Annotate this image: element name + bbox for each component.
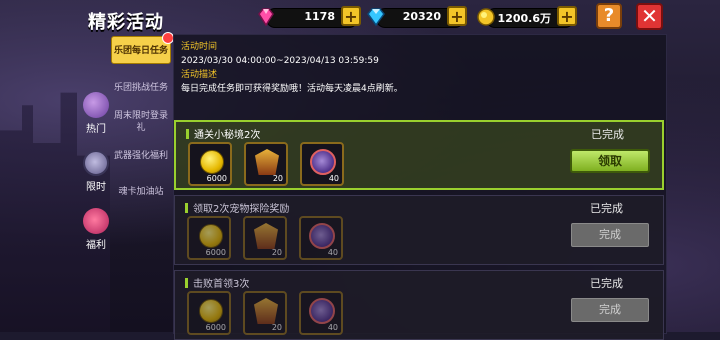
completed-button[interactable]: 完成 — [571, 223, 649, 247]
crest-icon — [254, 223, 278, 249]
blue-diamond-icon — [367, 8, 385, 27]
task-status: 已完成 — [591, 128, 624, 141]
task-title: 通关小秘境2次 — [186, 126, 260, 141]
desc-label: 活动描述 — [181, 70, 218, 80]
blue-diamond-value: 20320 — [402, 10, 441, 23]
page-title: 精彩活动 — [88, 12, 164, 33]
reward-item[interactable]: 20 — [243, 291, 287, 335]
resource-blue-diamond: 20320 + — [367, 6, 467, 28]
reward-count: 20 — [271, 248, 282, 257]
nav-welfare[interactable]: 福利 — [78, 208, 114, 251]
pet-ball-icon — [309, 223, 335, 249]
task-status: 已完成 — [590, 277, 623, 290]
pink-gem-icon — [258, 8, 274, 27]
reward-count: 20 — [271, 323, 282, 332]
close-button[interactable]: ✕ — [636, 3, 663, 30]
nav-limited-label: 限时 — [86, 182, 106, 193]
crest-icon — [255, 149, 279, 175]
reward-count: 40 — [328, 174, 339, 183]
hot-icon — [83, 92, 109, 118]
activity-info: 活动时间 2023/03/30 04:00:00~2023/04/13 03:5… — [181, 40, 403, 96]
task-title: 领取2次宠物探险奖励 — [185, 200, 289, 215]
gold-coin-icon — [200, 150, 224, 174]
reward-item[interactable]: 20 — [244, 142, 288, 186]
gold-coin-icon — [199, 299, 223, 323]
reward-item[interactable]: 40 — [299, 216, 343, 260]
task-status: 已完成 — [590, 202, 623, 215]
timer-icon — [83, 150, 109, 176]
add-gold-coin-button[interactable]: + — [557, 6, 577, 26]
crest-icon — [254, 298, 278, 324]
pet-ball-icon — [310, 149, 336, 175]
gold-coin-icon — [477, 8, 495, 26]
resource-gold-coin: 1200.6万 + — [477, 6, 577, 28]
nav-hot-label: 热门 — [86, 124, 106, 135]
reward-item[interactable]: 40 — [300, 142, 344, 186]
help-button[interactable]: ? — [596, 3, 622, 29]
reward-count: 40 — [327, 323, 338, 332]
subtab-weekend-login[interactable]: 周末限时登录礼 — [111, 110, 171, 134]
reward-count: 6000 — [206, 174, 227, 183]
pet-ball-icon — [309, 298, 335, 324]
nav-welfare-label: 福利 — [86, 240, 106, 251]
reward-item[interactable]: 6000 — [187, 291, 231, 335]
reward-item[interactable]: 6000 — [188, 142, 232, 186]
gold-coin-icon — [199, 224, 223, 248]
subtab-soul-card[interactable]: 魂卡加油站 — [111, 186, 171, 198]
claim-button[interactable]: 领取 — [570, 149, 650, 173]
reward-count: 40 — [327, 248, 338, 257]
time-value: 2023/03/30 04:00:00~2023/04/13 03:59:59 — [181, 56, 379, 66]
nav-limited[interactable]: 限时 — [78, 150, 114, 193]
task-card: 击败首领3次 6000 20 40 已完成 完成 — [174, 270, 664, 340]
reward-count: 6000 — [205, 323, 226, 332]
task-title: 击败首领3次 — [185, 275, 249, 290]
pink-gem-value: 1178 — [304, 10, 335, 23]
task-card: 领取2次宠物探险奖励 6000 20 40 已完成 完成 — [174, 195, 664, 265]
gold-coin-value: 1200.6万 — [497, 12, 551, 25]
desc-value: 每日完成任务即可获得奖励哦！活动每天凌晨4点刷新。 — [181, 84, 403, 94]
task-card: 通关小秘境2次 6000 20 40 已完成 领取 — [174, 120, 664, 190]
reward-item[interactable]: 6000 — [187, 216, 231, 260]
gift-icon — [83, 208, 109, 234]
nav-hot[interactable]: 热门 — [78, 92, 114, 135]
add-blue-diamond-button[interactable]: + — [447, 6, 467, 26]
completed-button[interactable]: 完成 — [571, 298, 649, 322]
add-pink-gem-button[interactable]: + — [341, 6, 361, 26]
reward-item[interactable]: 20 — [243, 216, 287, 260]
reward-count: 20 — [272, 174, 283, 183]
reward-count: 6000 — [205, 248, 226, 257]
subtab-weapon-enhance[interactable]: 武器强化福利 — [111, 150, 171, 162]
subtab-challenge-tasks[interactable]: 乐团挑战任务 — [111, 82, 171, 94]
resource-pink-gem: 1178 + — [258, 6, 361, 28]
time-label: 活动时间 — [181, 42, 218, 52]
reward-item[interactable]: 40 — [299, 291, 343, 335]
